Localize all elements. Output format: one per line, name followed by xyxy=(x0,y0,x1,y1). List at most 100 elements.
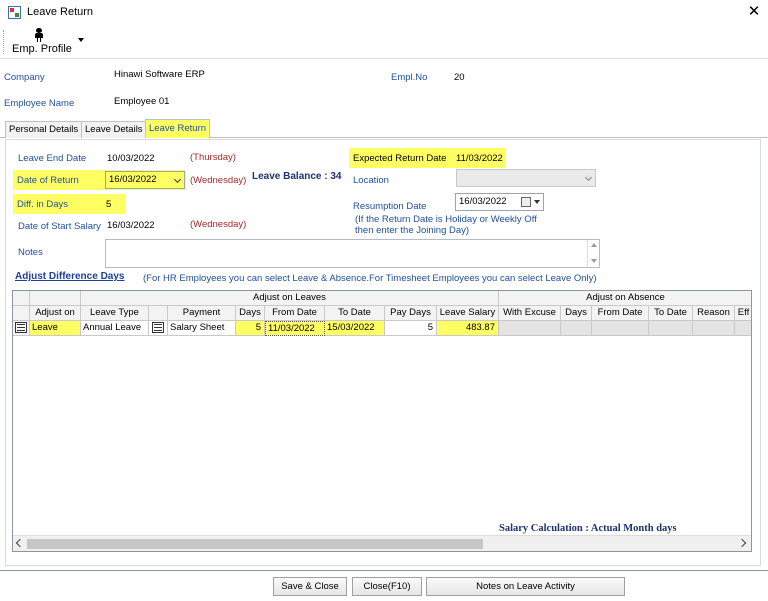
col-absence-days[interactable]: Days xyxy=(561,306,592,321)
scroll-right-icon[interactable] xyxy=(737,538,747,548)
tab-leave-return[interactable]: Leave Return xyxy=(145,119,211,138)
date-of-return-label: Date of Return xyxy=(17,175,79,186)
company-label: Company xyxy=(4,72,45,83)
company-value: Hinawi Software ERP xyxy=(114,69,205,80)
expected-return-label: Expected Return Date xyxy=(353,153,447,164)
person-icon xyxy=(34,28,44,42)
scroll-left-icon[interactable] xyxy=(15,538,25,548)
emp-profile-button[interactable]: Emp. Profile xyxy=(8,27,84,58)
col-eff[interactable]: Eff xyxy=(735,306,751,321)
grid-horizontal-scrollbar[interactable] xyxy=(13,535,751,551)
resumption-note: (If the Return Date is Holiday or Weekly… xyxy=(355,214,537,236)
notes-scrollbar[interactable] xyxy=(587,240,599,267)
date-of-return-select[interactable]: 16/03/2022 xyxy=(105,171,185,189)
col-leave-type[interactable]: Leave Type xyxy=(81,306,149,321)
col-to-date[interactable]: To Date xyxy=(325,306,385,321)
col-reason[interactable]: Reason xyxy=(693,306,735,321)
grid-corner xyxy=(13,291,30,306)
adjust-hint: (For HR Employees you can select Leave &… xyxy=(143,273,597,284)
chevron-down-icon xyxy=(173,175,182,184)
scrollbar-thumb[interactable] xyxy=(27,539,483,549)
calendar-icon[interactable] xyxy=(521,197,531,207)
emplno-label: Empl.No xyxy=(391,72,428,83)
salary-calculation-note: Salary Calculation : Actual Month days xyxy=(499,523,677,534)
notes-label: Notes xyxy=(18,247,43,258)
date-of-return-highlight: Date of Return 16/03/2022 xyxy=(13,170,186,190)
col-days[interactable]: Days xyxy=(236,306,265,321)
start-salary-label: Date of Start Salary xyxy=(18,221,101,232)
cell-reason xyxy=(693,321,735,336)
cell-leave-salary[interactable]: 483.87 xyxy=(437,321,499,336)
diff-days-label: Diff. in Days xyxy=(17,199,69,210)
location-label: Location xyxy=(353,175,389,186)
notes-on-leave-activity-button[interactable]: Notes on Leave Activity xyxy=(426,577,625,596)
tab-leave-details[interactable]: Leave Details xyxy=(81,121,147,138)
close-button[interactable]: Close(F10) xyxy=(352,577,422,596)
cell-with-excuse xyxy=(499,321,561,336)
col-adjust-on[interactable]: Adjust on xyxy=(30,306,81,321)
row-edit-icon[interactable] xyxy=(15,322,27,333)
row-header-spacer xyxy=(13,306,30,321)
cell-from-date[interactable]: 11/03/2022 xyxy=(265,321,325,336)
cell-leave-type[interactable]: Annual Leave xyxy=(81,321,149,336)
col-absence-to-date[interactable]: To Date xyxy=(649,306,693,321)
lookup-icon[interactable] xyxy=(152,322,164,333)
close-window-button[interactable]: ✕ xyxy=(746,3,762,21)
date-of-return-day: (Wednesday) xyxy=(190,175,247,186)
cell-adjust-on[interactable]: Leave xyxy=(30,321,81,336)
diff-days-value: 5 xyxy=(106,199,112,210)
leave-end-day: (Thursday) xyxy=(190,152,236,163)
group-adjust-leaves: Adjust on Leaves xyxy=(81,291,499,306)
grid-group-spacer xyxy=(30,291,81,306)
cell-days[interactable]: 5 xyxy=(236,321,265,336)
notes-textarea[interactable] xyxy=(105,239,600,268)
adjust-grid: Adjust on Leaves Adjust on Absence Adjus… xyxy=(12,290,752,552)
employee-header: Company Hinawi Software ERP Empl.No 20 E… xyxy=(0,60,768,118)
cell-to-date[interactable]: 15/03/2022 xyxy=(325,321,385,336)
resumption-date-value: 16/03/2022 xyxy=(459,196,507,207)
tab-strip: Personal Details Leave Details Leave Ret… xyxy=(0,118,768,138)
adjust-difference-days-link[interactable]: Adjust Difference Days xyxy=(15,271,124,282)
group-adjust-absence: Adjust on Absence xyxy=(499,291,751,306)
title-bar: Leave Return ✕ xyxy=(0,0,768,26)
cell-pay-days[interactable]: 5 xyxy=(385,321,437,336)
diff-days-highlight: Diff. in Days 5 xyxy=(13,194,126,214)
emp-profile-label: Emp. Profile xyxy=(12,43,72,55)
cell-lookup[interactable] xyxy=(149,321,168,336)
cell-payment[interactable]: Salary Sheet xyxy=(168,321,236,336)
cell-absence-days xyxy=(561,321,592,336)
window-title: Leave Return xyxy=(27,6,94,18)
resumption-date-picker[interactable]: 16/03/2022 xyxy=(455,193,544,211)
location-select[interactable] xyxy=(456,169,596,187)
expected-return-value: 11/03/2022 xyxy=(456,153,503,164)
expected-return-highlight: Expected Return Date 11/03/2022 xyxy=(349,148,506,168)
col-from-date[interactable]: From Date xyxy=(265,306,325,321)
col-payment[interactable]: Payment xyxy=(168,306,236,321)
cell-absence-from-date xyxy=(592,321,649,336)
leave-end-date-label: Leave End Date xyxy=(18,153,87,164)
dropdown-caret-icon[interactable] xyxy=(78,38,84,42)
start-salary-value: 16/03/2022 xyxy=(107,220,155,231)
cell-eff xyxy=(735,321,751,336)
tab-personal-details[interactable]: Personal Details xyxy=(5,121,83,138)
col-leave-salary[interactable]: Leave Salary xyxy=(437,306,499,321)
col-absence-from-date[interactable]: From Date xyxy=(592,306,649,321)
resumption-date-label: Resumption Date xyxy=(353,201,427,212)
row-selector[interactable] xyxy=(13,321,30,336)
cell-absence-to-date xyxy=(649,321,693,336)
col-pay-days[interactable]: Pay Days xyxy=(385,306,437,321)
chevron-down-icon xyxy=(584,173,593,182)
start-salary-day: (Wednesday) xyxy=(190,219,247,230)
leave-end-date-value: 10/03/2022 xyxy=(107,153,155,164)
app-icon xyxy=(8,6,21,19)
leave-balance: Leave Balance : 34 xyxy=(252,171,342,182)
col-spacer xyxy=(149,306,168,321)
toolbar-grip xyxy=(3,30,5,54)
col-with-excuse[interactable]: With Excuse xyxy=(499,306,561,321)
footer-bar: Save & Close Close(F10) Notes on Leave A… xyxy=(0,570,768,601)
emplno-value: 20 xyxy=(454,72,465,83)
date-of-return-value: 16/03/2022 xyxy=(109,174,157,185)
employee-name-value: Employee 01 xyxy=(114,96,170,107)
toolbar: Emp. Profile xyxy=(0,26,768,59)
save-close-button[interactable]: Save & Close xyxy=(273,577,347,596)
